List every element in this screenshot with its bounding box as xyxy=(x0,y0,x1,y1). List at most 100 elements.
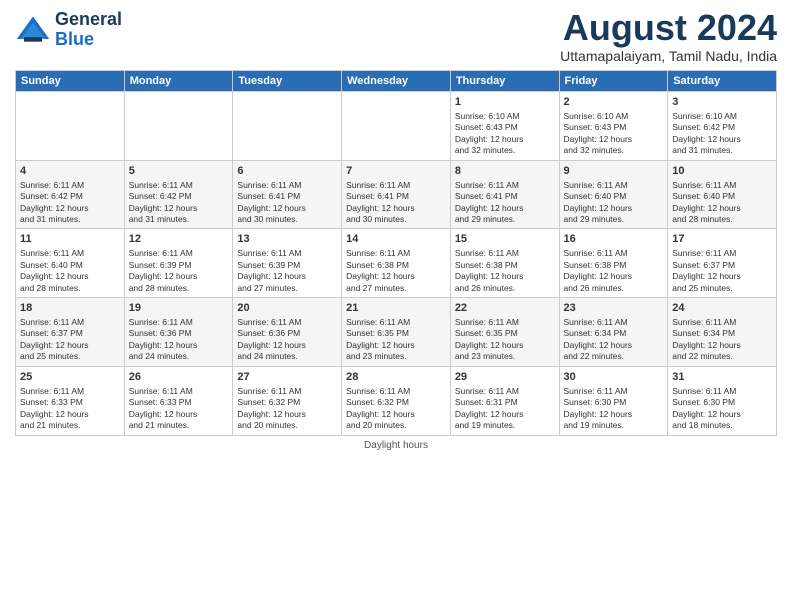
day-number: 16 xyxy=(564,232,664,247)
logo-line2: Blue xyxy=(55,30,122,50)
calendar-cell xyxy=(124,92,233,161)
calendar-header-tuesday: Tuesday xyxy=(233,71,342,92)
day-info: Sunrise: 6:11 AM Sunset: 6:37 PM Dayligh… xyxy=(672,248,772,294)
calendar-header-monday: Monday xyxy=(124,71,233,92)
calendar-week-0: 1 Sunrise: 6:10 AM Sunset: 6:43 PM Daylig… xyxy=(16,92,777,161)
calendar-cell: 8Sunrise: 6:11 AM Sunset: 6:41 PM Daylig… xyxy=(450,160,559,229)
month-year: August 2024 xyxy=(560,10,777,46)
day-info: Sunrise: 6:11 AM Sunset: 6:35 PM Dayligh… xyxy=(455,317,555,363)
day-info: Sunrise: 6:11 AM Sunset: 6:32 PM Dayligh… xyxy=(237,386,337,432)
calendar-cell: 1Sunrise: 6:10 AM Sunset: 6:43 PM Daylig… xyxy=(450,92,559,161)
calendar-cell xyxy=(342,92,451,161)
calendar-cell: 16Sunrise: 6:11 AM Sunset: 6:38 PM Dayli… xyxy=(559,229,668,298)
title-section: August 2024 Uttamapalaiyam, Tamil Nadu, … xyxy=(560,10,777,64)
calendar-header-thursday: Thursday xyxy=(450,71,559,92)
day-number: 15 xyxy=(455,232,555,247)
day-info: Sunrise: 6:11 AM Sunset: 6:36 PM Dayligh… xyxy=(129,317,229,363)
day-info: Sunrise: 6:11 AM Sunset: 6:42 PM Dayligh… xyxy=(20,180,120,226)
calendar-week-3: 18Sunrise: 6:11 AM Sunset: 6:37 PM Dayli… xyxy=(16,298,777,367)
calendar-cell xyxy=(16,92,125,161)
calendar-cell: 28Sunrise: 6:11 AM Sunset: 6:32 PM Dayli… xyxy=(342,366,451,435)
footer: Daylight hours xyxy=(15,440,777,451)
calendar-cell: 24Sunrise: 6:11 AM Sunset: 6:34 PM Dayli… xyxy=(668,298,777,367)
calendar-cell: 3Sunrise: 6:10 AM Sunset: 6:42 PM Daylig… xyxy=(668,92,777,161)
day-info: Sunrise: 6:11 AM Sunset: 6:40 PM Dayligh… xyxy=(672,180,772,226)
calendar-cell: 5Sunrise: 6:11 AM Sunset: 6:42 PM Daylig… xyxy=(124,160,233,229)
calendar-week-2: 11Sunrise: 6:11 AM Sunset: 6:40 PM Dayli… xyxy=(16,229,777,298)
day-info: Sunrise: 6:11 AM Sunset: 6:30 PM Dayligh… xyxy=(564,386,664,432)
day-number: 25 xyxy=(20,370,120,385)
calendar-cell: 26Sunrise: 6:11 AM Sunset: 6:33 PM Dayli… xyxy=(124,366,233,435)
day-number: 23 xyxy=(564,301,664,316)
day-info: Sunrise: 6:11 AM Sunset: 6:34 PM Dayligh… xyxy=(564,317,664,363)
calendar-header-sunday: Sunday xyxy=(16,71,125,92)
day-info: Sunrise: 6:11 AM Sunset: 6:41 PM Dayligh… xyxy=(455,180,555,226)
day-number: 22 xyxy=(455,301,555,316)
calendar-cell: 25Sunrise: 6:11 AM Sunset: 6:33 PM Dayli… xyxy=(16,366,125,435)
logo-icon xyxy=(15,12,51,48)
calendar-header-row: SundayMondayTuesdayWednesdayThursdayFrid… xyxy=(16,71,777,92)
day-info: Sunrise: 6:11 AM Sunset: 6:41 PM Dayligh… xyxy=(346,180,446,226)
day-number: 8 xyxy=(455,164,555,179)
day-number: 19 xyxy=(129,301,229,316)
day-number: 12 xyxy=(129,232,229,247)
day-number: 21 xyxy=(346,301,446,316)
day-info: Sunrise: 6:11 AM Sunset: 6:42 PM Dayligh… xyxy=(129,180,229,226)
day-info: Sunrise: 6:11 AM Sunset: 6:34 PM Dayligh… xyxy=(672,317,772,363)
calendar-cell: 6Sunrise: 6:11 AM Sunset: 6:41 PM Daylig… xyxy=(233,160,342,229)
calendar-cell: 17Sunrise: 6:11 AM Sunset: 6:37 PM Dayli… xyxy=(668,229,777,298)
day-info: Sunrise: 6:11 AM Sunset: 6:32 PM Dayligh… xyxy=(346,386,446,432)
day-number: 20 xyxy=(237,301,337,316)
day-number: 13 xyxy=(237,232,337,247)
day-info: Sunrise: 6:11 AM Sunset: 6:30 PM Dayligh… xyxy=(672,386,772,432)
calendar-cell: 10Sunrise: 6:11 AM Sunset: 6:40 PM Dayli… xyxy=(668,160,777,229)
day-number: 6 xyxy=(237,164,337,179)
day-info: Sunrise: 6:11 AM Sunset: 6:36 PM Dayligh… xyxy=(237,317,337,363)
calendar-cell: 18Sunrise: 6:11 AM Sunset: 6:37 PM Dayli… xyxy=(16,298,125,367)
day-number: 18 xyxy=(20,301,120,316)
calendar-cell: 9Sunrise: 6:11 AM Sunset: 6:40 PM Daylig… xyxy=(559,160,668,229)
day-info: Sunrise: 6:10 AM Sunset: 6:42 PM Dayligh… xyxy=(672,111,772,157)
day-number: 27 xyxy=(237,370,337,385)
day-info: Sunrise: 6:10 AM Sunset: 6:43 PM Dayligh… xyxy=(564,111,664,157)
page: General Blue August 2024 Uttamapalaiyam,… xyxy=(0,0,792,612)
day-info: Sunrise: 6:11 AM Sunset: 6:40 PM Dayligh… xyxy=(564,180,664,226)
day-info: Sunrise: 6:11 AM Sunset: 6:38 PM Dayligh… xyxy=(564,248,664,294)
calendar-cell: 30Sunrise: 6:11 AM Sunset: 6:30 PM Dayli… xyxy=(559,366,668,435)
day-info: Sunrise: 6:11 AM Sunset: 6:35 PM Dayligh… xyxy=(346,317,446,363)
calendar-cell: 19Sunrise: 6:11 AM Sunset: 6:36 PM Dayli… xyxy=(124,298,233,367)
calendar-cell: 31Sunrise: 6:11 AM Sunset: 6:30 PM Dayli… xyxy=(668,366,777,435)
day-info: Sunrise: 6:11 AM Sunset: 6:37 PM Dayligh… xyxy=(20,317,120,363)
day-number: 29 xyxy=(455,370,555,385)
day-number: 11 xyxy=(20,232,120,247)
calendar-table: SundayMondayTuesdayWednesdayThursdayFrid… xyxy=(15,70,777,436)
calendar-cell: 22Sunrise: 6:11 AM Sunset: 6:35 PM Dayli… xyxy=(450,298,559,367)
calendar-week-4: 25Sunrise: 6:11 AM Sunset: 6:33 PM Dayli… xyxy=(16,366,777,435)
day-info: Sunrise: 6:11 AM Sunset: 6:38 PM Dayligh… xyxy=(346,248,446,294)
day-info: Sunrise: 6:11 AM Sunset: 6:33 PM Dayligh… xyxy=(20,386,120,432)
calendar-header-friday: Friday xyxy=(559,71,668,92)
calendar-cell: 13Sunrise: 6:11 AM Sunset: 6:39 PM Dayli… xyxy=(233,229,342,298)
day-number: 30 xyxy=(564,370,664,385)
day-info: Sunrise: 6:11 AM Sunset: 6:38 PM Dayligh… xyxy=(455,248,555,294)
calendar-cell: 11Sunrise: 6:11 AM Sunset: 6:40 PM Dayli… xyxy=(16,229,125,298)
location: Uttamapalaiyam, Tamil Nadu, India xyxy=(560,48,777,64)
day-number: 10 xyxy=(672,164,772,179)
day-number: 9 xyxy=(564,164,664,179)
day-info: Sunrise: 6:11 AM Sunset: 6:41 PM Dayligh… xyxy=(237,180,337,226)
day-number: 17 xyxy=(672,232,772,247)
day-number: 28 xyxy=(346,370,446,385)
day-number: 5 xyxy=(129,164,229,179)
calendar-cell: 27Sunrise: 6:11 AM Sunset: 6:32 PM Dayli… xyxy=(233,366,342,435)
calendar-cell: 2Sunrise: 6:10 AM Sunset: 6:43 PM Daylig… xyxy=(559,92,668,161)
calendar-cell: 4Sunrise: 6:11 AM Sunset: 6:42 PM Daylig… xyxy=(16,160,125,229)
logo: General Blue xyxy=(15,10,122,50)
calendar-header-wednesday: Wednesday xyxy=(342,71,451,92)
header: General Blue August 2024 Uttamapalaiyam,… xyxy=(15,10,777,64)
day-number: 1 xyxy=(455,95,555,110)
calendar-cell: 12Sunrise: 6:11 AM Sunset: 6:39 PM Dayli… xyxy=(124,229,233,298)
day-number: 26 xyxy=(129,370,229,385)
day-info: Sunrise: 6:11 AM Sunset: 6:39 PM Dayligh… xyxy=(237,248,337,294)
calendar-cell: 20Sunrise: 6:11 AM Sunset: 6:36 PM Dayli… xyxy=(233,298,342,367)
day-number: 14 xyxy=(346,232,446,247)
